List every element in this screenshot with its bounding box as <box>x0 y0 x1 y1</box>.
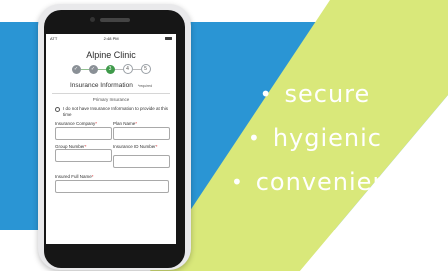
required-star: * <box>155 144 158 149</box>
radio-button[interactable] <box>55 107 60 112</box>
field-row-1: Insurance Company* Plan Name* <box>55 121 170 140</box>
no-insurance-label: I do not have Insurance Information to p… <box>63 106 169 117</box>
required-star: * <box>84 144 87 149</box>
insurance-company-input[interactable] <box>55 127 112 140</box>
bullet-dot: • <box>248 126 261 150</box>
label-text: Plan Name <box>113 121 136 126</box>
insured-full-name-label: Insured Full Name* <box>55 174 170 179</box>
bullet-text: convenient <box>255 168 400 196</box>
bullet-hygienic: • hygienic <box>190 116 440 160</box>
step-connector <box>114 68 123 70</box>
label-text: Insurance ID Number <box>113 144 156 149</box>
step-connector <box>132 68 141 70</box>
bullet-text: hygienic <box>272 124 382 152</box>
bullet-dot: • <box>259 82 273 106</box>
clinic-title: Alpine Clinic <box>86 50 136 60</box>
section-header: Insurance Information *required <box>46 82 176 89</box>
phone-camera <box>90 17 95 22</box>
section-divider <box>52 93 170 94</box>
step-3: 3 <box>105 64 115 74</box>
label-text: Insurance Company <box>55 121 96 126</box>
insurance-id-input[interactable] <box>113 155 170 168</box>
field-row-2: Group Number* Insurance ID Number* <box>55 144 170 168</box>
primary-insurance-label: Primary Insurance <box>92 97 130 102</box>
plan-name-field: Plan Name* <box>113 121 170 140</box>
phone-speaker <box>100 18 130 22</box>
insurance-company-label: Insurance Company* <box>55 121 112 126</box>
no-insurance-option[interactable]: I do not have Insurance Information to p… <box>55 106 170 117</box>
required-star: * <box>95 121 98 126</box>
status-bar: ATT 2:48 PM <box>46 34 176 41</box>
insurance-id-label: Insurance ID Number* <box>113 144 170 154</box>
section-title: Insurance Information <box>69 82 133 89</box>
required-star: * <box>135 121 138 126</box>
bullet-secure: • secure <box>190 72 440 116</box>
plan-name-label: Plan Name* <box>113 121 170 126</box>
insurance-company-field: Insurance Company* <box>55 121 112 140</box>
step-1-check-icon: ✓ <box>71 64 81 74</box>
required-note: *required <box>137 83 153 88</box>
carrier-label: ATT <box>50 35 58 41</box>
battery-icon <box>164 36 172 40</box>
label-text: Insured Full Name <box>55 174 92 179</box>
step-connector <box>80 68 89 70</box>
insured-full-name-input[interactable] <box>55 180 169 193</box>
bullet-convenient: • convenient <box>190 160 440 204</box>
plan-name-input[interactable] <box>113 127 170 140</box>
status-time: 2:48 PM <box>103 35 119 41</box>
label-text: Group Number <box>55 144 85 149</box>
step-2-check-icon: ✓ <box>88 64 98 74</box>
feature-bullets: • secure • hygienic • convenient <box>190 72 440 204</box>
bullet-dot: • <box>230 170 244 194</box>
phone-screen: ATT 2:48 PM Alpine Clinic ✓ ✓ 3 4 5 Insu… <box>46 34 176 244</box>
group-number-input[interactable] <box>55 149 112 162</box>
step-5: 5 <box>140 64 151 74</box>
step-connector <box>97 68 106 70</box>
insurance-id-field: Insurance ID Number* <box>113 144 170 168</box>
progress-steps: ✓ ✓ 3 4 5 <box>46 64 176 74</box>
group-number-field: Group Number* <box>55 144 112 168</box>
insured-full-name-field: Insured Full Name* <box>55 174 170 193</box>
required-star: * <box>91 174 94 179</box>
bullet-text: secure <box>284 80 371 108</box>
step-4: 4 <box>122 64 133 74</box>
